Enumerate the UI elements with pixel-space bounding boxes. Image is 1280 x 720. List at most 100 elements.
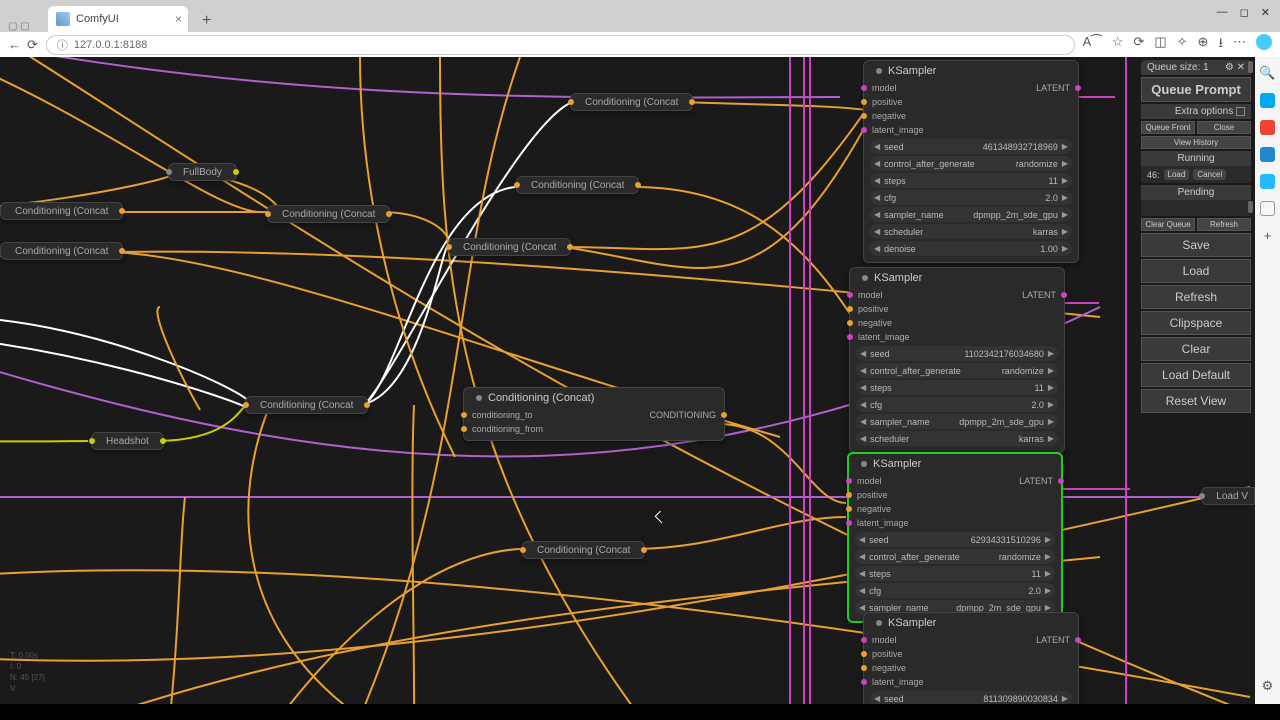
port-out[interactable]	[641, 547, 647, 553]
port-out[interactable]	[233, 169, 239, 175]
port-in[interactable]	[461, 412, 467, 418]
reader-icon[interactable]: A⁀	[1083, 34, 1102, 56]
port-in[interactable]	[89, 438, 95, 444]
conditioning-concat-node-expanded[interactable]: Conditioning (Concat) conditioning_to CO…	[463, 387, 725, 441]
running-header: Running	[1141, 151, 1251, 166]
port-negative[interactable]	[861, 113, 867, 119]
conditioning-concat-node[interactable]: Conditioning (Concat	[522, 541, 645, 559]
ext-icon[interactable]: ✧	[1177, 34, 1188, 56]
new-tab-button[interactable]: +	[196, 10, 217, 32]
conditioning-concat-node[interactable]: Conditioning (Concat	[570, 93, 693, 111]
cag-param[interactable]: ◀control_after_generaterandomize▶	[870, 156, 1072, 171]
sidebar-icon[interactable]	[1260, 147, 1275, 162]
port-out[interactable]	[160, 438, 166, 444]
port-model[interactable]	[861, 85, 867, 91]
refresh-button[interactable]: Refresh	[1141, 285, 1251, 309]
port-in[interactable]	[461, 426, 467, 432]
scrollbar[interactable]	[1248, 201, 1253, 213]
cfg-param[interactable]: ◀cfg2.0▶	[870, 190, 1072, 205]
ksampler-node[interactable]: KSampler modelLATENT positive negative l…	[849, 267, 1065, 453]
port-out[interactable]	[364, 402, 370, 408]
queue-prompt-button[interactable]: Queue Prompt	[1141, 77, 1251, 102]
fullbody-node[interactable]: FullBody	[168, 163, 237, 181]
profile-icon[interactable]	[1256, 34, 1272, 50]
conditioning-concat-node[interactable]: Conditioning (Concat	[0, 242, 123, 260]
clear-button[interactable]: Clear	[1141, 337, 1251, 361]
close-tab-icon[interactable]: ×	[175, 12, 182, 26]
back-icon[interactable]: ←	[8, 37, 21, 53]
steps-param[interactable]: ◀steps11▶	[870, 173, 1072, 188]
port-out[interactable]	[689, 99, 695, 105]
sidebar-icon[interactable]	[1260, 174, 1275, 189]
sidebar-icon[interactable]	[1260, 93, 1275, 108]
gear-icon[interactable]: ⚙	[1225, 62, 1234, 73]
collections-icon[interactable]: ⊕	[1198, 34, 1209, 56]
ksampler-node[interactable]: KSampler model LATENT positive negative …	[863, 60, 1079, 263]
port-in[interactable]	[520, 547, 526, 553]
port-positive[interactable]	[861, 99, 867, 105]
ksampler-node[interactable]: KSampler modelLATENT positive negative l…	[863, 612, 1079, 704]
conditioning-concat-node[interactable]: Conditioning (Concat	[448, 238, 571, 256]
port-latent[interactable]	[1075, 85, 1081, 91]
queue-front-button[interactable]: Queue Front	[1141, 121, 1195, 134]
seed-param[interactable]: ◀seed461348932718969▶	[870, 139, 1072, 154]
load-button[interactable]: Load	[1141, 259, 1251, 283]
clear-queue-button[interactable]: Clear Queue	[1141, 218, 1195, 231]
port-out[interactable]	[119, 248, 125, 254]
load-v-node[interactable]: Load V	[1201, 487, 1255, 505]
split-icon[interactable]: ◫	[1154, 34, 1166, 56]
load-chip[interactable]: Load	[1164, 169, 1190, 180]
conditioning-concat-node[interactable]: Conditioning (Concat	[245, 396, 368, 414]
download-icon[interactable]: ⭳	[1218, 34, 1223, 56]
refresh-queue-button[interactable]: Refresh	[1197, 218, 1251, 231]
address-bar[interactable]: ⓘ 127.0.0.1:8188	[46, 35, 1075, 55]
port-out[interactable]	[567, 244, 573, 250]
close-button[interactable]: Close	[1197, 121, 1251, 134]
close-window-icon[interactable]: ✕	[1261, 6, 1270, 19]
load-default-button[interactable]: Load Default	[1141, 363, 1251, 387]
browser-tab[interactable]: ComfyUI ×	[48, 6, 188, 32]
clipspace-button[interactable]: Clipspace	[1141, 311, 1251, 335]
port-out[interactable]	[635, 182, 641, 188]
port-latent-image[interactable]	[861, 127, 867, 133]
conditioning-concat-node[interactable]: Conditioning (Concat	[267, 205, 390, 223]
scheduler-param[interactable]: ◀schedulerkarras▶	[870, 224, 1072, 239]
port-in[interactable]	[243, 402, 249, 408]
conditioning-concat-node[interactable]: Conditioning (Concat	[0, 202, 123, 220]
port-in[interactable]	[446, 244, 452, 250]
headshot-node[interactable]: Headshot	[91, 432, 164, 450]
port-in[interactable]	[568, 99, 574, 105]
extra-options-checkbox[interactable]	[1236, 107, 1245, 116]
port-out[interactable]	[119, 208, 125, 214]
overflow-icon[interactable]: ⋯	[1233, 34, 1246, 56]
add-icon[interactable]: +	[1264, 228, 1272, 243]
port-in[interactable]	[514, 182, 520, 188]
control-panel[interactable]: Queue size: 1 ⚙ ✕ Queue Prompt Extra opt…	[1141, 60, 1251, 413]
node-canvas[interactable]: FullBody Conditioning (Concat Conditioni…	[0, 57, 1255, 704]
pending-list	[1141, 200, 1251, 216]
port-in[interactable]	[265, 211, 271, 217]
ksampler-node-active[interactable]: KSampler modelLATENT positive negative l…	[847, 452, 1063, 623]
port-out[interactable]	[721, 412, 727, 418]
sidebar-icon[interactable]	[1260, 201, 1275, 216]
conditioning-concat-node[interactable]: Conditioning (Concat	[516, 176, 639, 194]
star-icon[interactable]: ☆	[1112, 34, 1124, 56]
settings-icon[interactable]: ⚙	[1262, 678, 1274, 694]
close-icon[interactable]: ✕	[1237, 62, 1245, 73]
reload-icon[interactable]: ⟳	[27, 37, 38, 53]
port-in[interactable]	[1199, 493, 1205, 499]
minimize-icon[interactable]: —	[1217, 6, 1228, 19]
port-out[interactable]	[386, 211, 392, 217]
maximize-icon[interactable]: ◻	[1240, 6, 1249, 19]
sync-icon[interactable]: ⟳	[1133, 34, 1144, 56]
denoise-param[interactable]: ◀denoise1.00▶	[870, 241, 1072, 256]
sampler-param[interactable]: ◀sampler_namedpmpp_2m_sde_gpu▶	[870, 207, 1072, 222]
search-icon[interactable]: 🔍	[1259, 65, 1275, 81]
sidebar-icon[interactable]	[1260, 120, 1275, 135]
scrollbar[interactable]	[1248, 61, 1253, 73]
view-history-button[interactable]: View History	[1141, 136, 1251, 149]
cancel-chip[interactable]: Cancel	[1193, 169, 1226, 180]
port-in[interactable]	[166, 169, 172, 175]
reset-view-button[interactable]: Reset View	[1141, 389, 1251, 413]
save-button[interactable]: Save	[1141, 233, 1251, 257]
